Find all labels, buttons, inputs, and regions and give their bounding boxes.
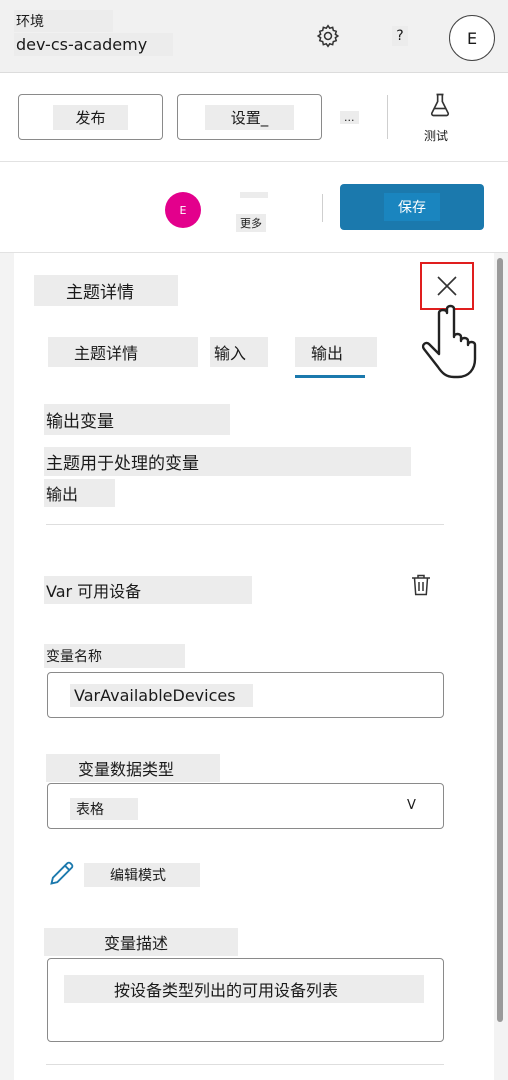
help-icon[interactable]: ?	[382, 18, 418, 54]
flask-icon[interactable]	[426, 91, 454, 119]
settings-button[interactable]: 设置_	[177, 94, 322, 140]
publish-label: 发布	[53, 104, 128, 130]
scrollbar[interactable]	[497, 258, 503, 1022]
variable-name-input[interactable]: VarAvailableDevices	[47, 672, 444, 718]
command-bar: 发布 设置_ ... 测试	[0, 73, 508, 162]
divider	[46, 524, 444, 525]
edit-mode-link[interactable]: 编辑模式	[84, 863, 200, 887]
panel-title: 主题详情	[34, 275, 178, 306]
more-icon[interactable]	[240, 192, 268, 198]
close-icon	[437, 276, 457, 296]
tab-output[interactable]: 输出	[295, 337, 377, 367]
output-description: 主题用于处理的变量	[44, 447, 411, 476]
gear-icon[interactable]	[310, 18, 346, 54]
output-description-2: 输出	[44, 479, 115, 507]
variable-description-textarea[interactable]: 按设备类型列出的可用设备列表	[47, 958, 444, 1042]
help-glyph: ?	[392, 26, 408, 46]
environment-label: 环境	[14, 10, 113, 32]
overflow-menu-button[interactable]: ...	[340, 111, 359, 124]
trash-icon[interactable]	[410, 573, 432, 597]
test-label[interactable]: 测试	[424, 127, 448, 144]
hand-cursor-icon	[414, 301, 494, 383]
top-bar: 环境 dev-cs-academy ? E	[0, 0, 508, 73]
save-button[interactable]: 保存	[340, 184, 484, 230]
save-label: 保存	[384, 193, 440, 221]
variable-description-value: 按设备类型列出的可用设备列表	[64, 975, 424, 1003]
output-variables-heading: 输出变量	[44, 404, 230, 435]
divider	[46, 1064, 444, 1065]
divider	[387, 95, 388, 139]
publish-button[interactable]: 发布	[18, 94, 163, 140]
topic-details-panel: 主题详情 主题详情 输入 输出 输出变量 主题用于处理的变量 输出 Var 可用…	[14, 253, 494, 1080]
settings-label: 设置_	[204, 104, 295, 130]
pencil-icon[interactable]	[48, 859, 76, 887]
more-label[interactable]: 更多	[236, 214, 266, 232]
tab-topic-details[interactable]: 主题详情	[48, 337, 198, 367]
variable-description-label: 变量描述	[44, 928, 238, 956]
variable-title: Var 可用设备	[44, 576, 252, 604]
active-tab-indicator	[295, 375, 365, 378]
environment-name[interactable]: dev-cs-academy	[14, 33, 173, 56]
variable-name-value: VarAvailableDevices	[70, 684, 253, 707]
tab-input[interactable]: 输入	[210, 337, 268, 367]
variable-type-value: 表格	[70, 798, 138, 820]
chevron-down-icon: V	[407, 798, 416, 813]
variable-name-label: 变量名称	[44, 644, 185, 668]
action-row: E 更多 保存	[0, 162, 508, 253]
variable-type-label: 变量数据类型	[46, 754, 220, 782]
variable-type-select[interactable]: 表格 V	[47, 783, 444, 829]
user-avatar[interactable]: E	[165, 192, 201, 228]
avatar[interactable]: E	[449, 15, 495, 61]
divider	[322, 194, 323, 222]
